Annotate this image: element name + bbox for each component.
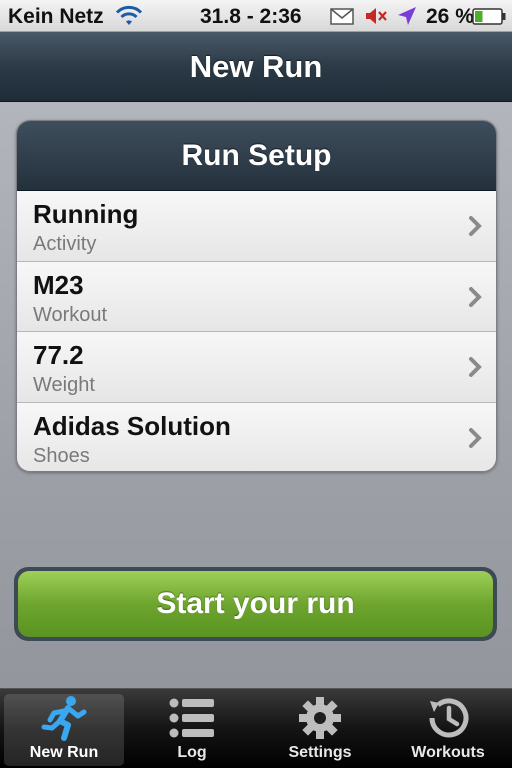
clock-time: 31.8 - 2:36: [200, 5, 302, 28]
mail-icon: [330, 8, 354, 25]
tab-workouts[interactable]: Workouts: [384, 689, 512, 768]
page-title: New Run: [189, 48, 323, 84]
wifi-icon: [115, 5, 143, 25]
list-icon: [169, 698, 214, 738]
runner-icon: [41, 696, 87, 741]
run-setup-title: Run Setup: [181, 138, 332, 172]
setup-row-activity[interactable]: Running Activity: [17, 191, 496, 262]
tab-log-label: Log: [177, 744, 207, 761]
shoes-value: Adidas Solution: [33, 410, 231, 441]
battery-percent: 26 %: [426, 5, 474, 28]
tab-log[interactable]: Log: [128, 689, 256, 768]
activity-value: Running: [33, 199, 139, 229]
weight-value: 77.2: [33, 340, 84, 370]
activity-label: Activity: [33, 233, 97, 255]
location-arrow-icon: [398, 7, 416, 25]
workout-label: Workout: [33, 303, 108, 326]
setup-row-workout[interactable]: M23 Workout: [17, 261, 496, 332]
navigation-bar: New Run: [0, 32, 512, 102]
tab-new-run[interactable]: New Run: [0, 689, 128, 768]
chevron-right-icon: [469, 286, 482, 307]
shoes-label: Shoes: [33, 444, 90, 467]
tab-settings[interactable]: Settings: [256, 689, 384, 768]
tab-settings-label: Settings: [288, 744, 352, 761]
battery-icon: [472, 8, 506, 25]
mute-icon: [366, 8, 387, 24]
chevron-right-icon: [469, 216, 482, 236]
run-setup-card: Run Setup Running Activity M23 Workout 7…: [16, 120, 497, 472]
run-setup-header: Run Setup: [17, 121, 496, 191]
tab-new-run-label: New Run: [29, 744, 99, 761]
status-bar: Kein Netz 31.8 - 2:36 26 %: [0, 0, 512, 32]
weight-label: Weight: [33, 374, 95, 396]
workout-value: M23: [33, 269, 84, 300]
setup-row-shoes[interactable]: Adidas Solution Shoes: [17, 402, 496, 471]
chevron-right-icon: [469, 357, 482, 377]
history-icon: [429, 698, 469, 738]
start-button-frame: Start your run: [14, 567, 497, 641]
gear-icon: [299, 697, 341, 739]
tab-bar: New Run Log Settings Workouts: [0, 688, 512, 768]
chevron-right-icon: [469, 427, 482, 448]
carrier-name: Kein Netz: [8, 5, 104, 28]
setup-row-weight[interactable]: 77.2 Weight: [17, 332, 496, 403]
tab-workouts-label: Workouts: [411, 744, 485, 761]
start-run-button[interactable]: Start your run: [18, 571, 493, 637]
